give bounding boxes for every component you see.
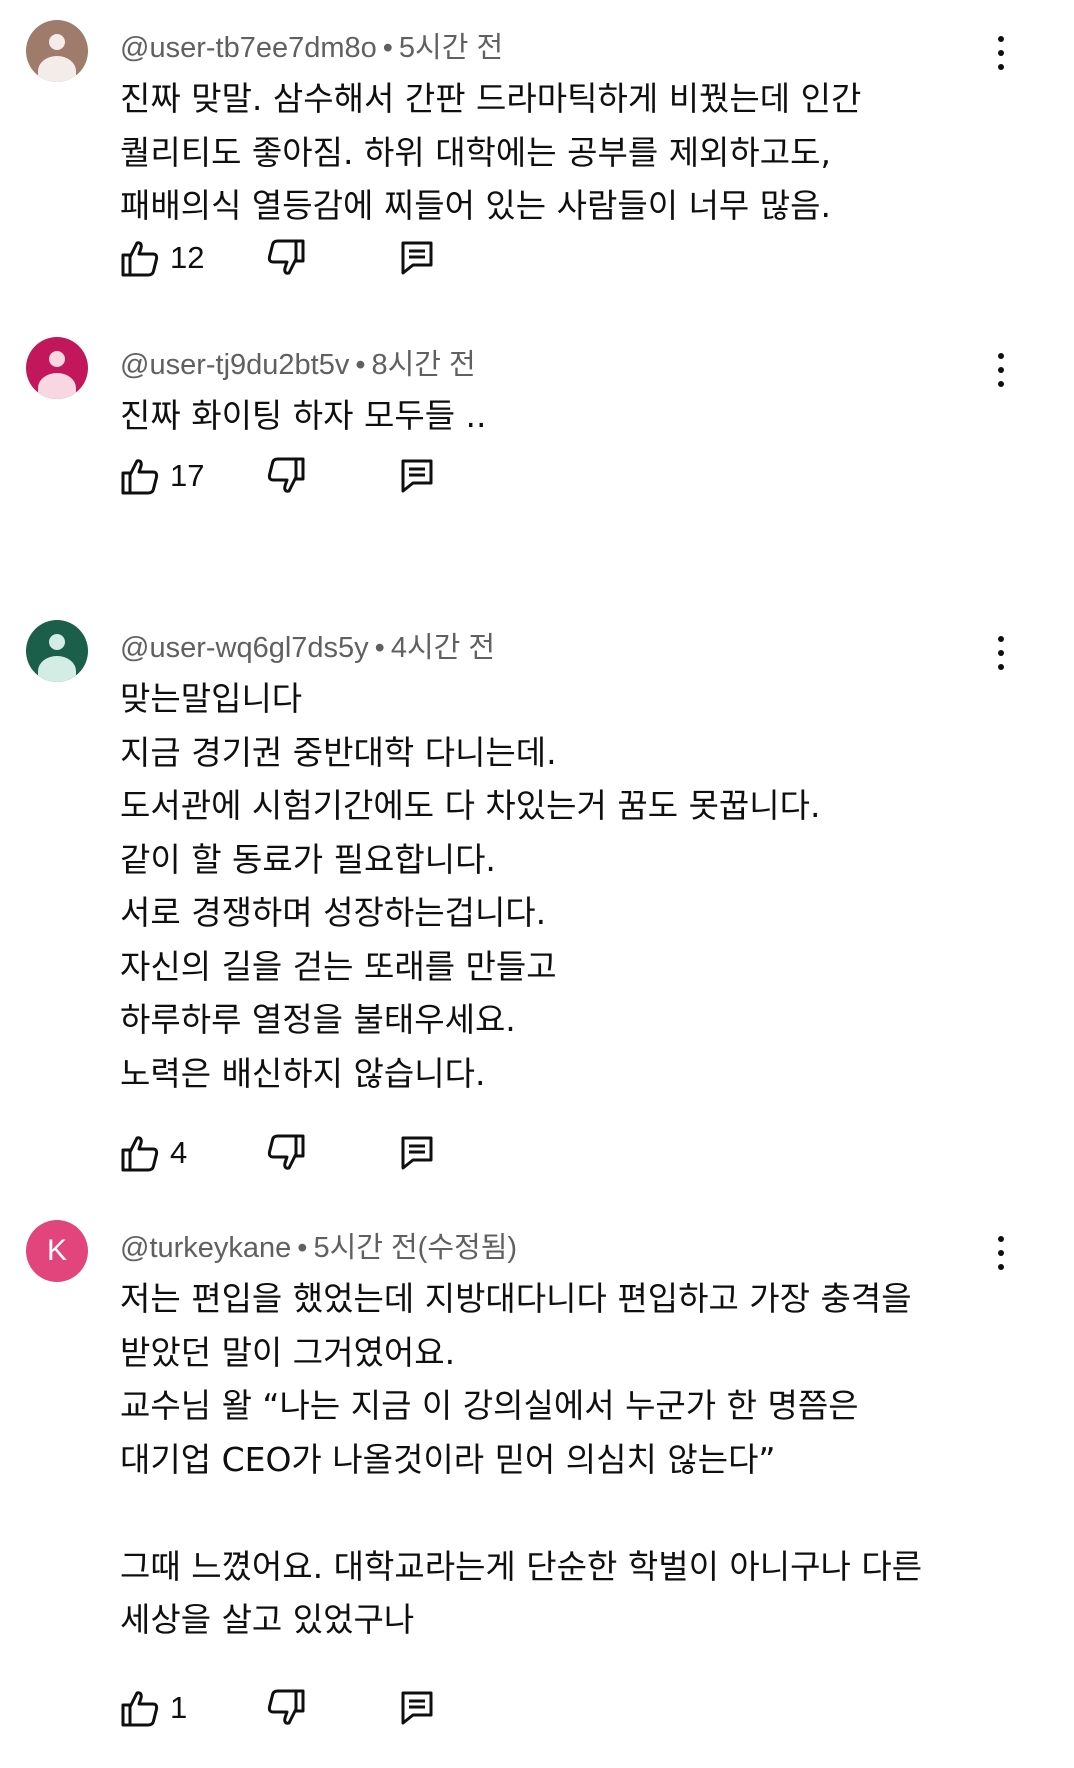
like-count: 17 (170, 458, 205, 493)
avatar-letter: K (46, 1234, 67, 1267)
thumb-up-icon[interactable] (120, 1688, 160, 1728)
thumb-up-icon[interactable] (120, 1133, 160, 1173)
meta-separator: • (382, 32, 393, 64)
comment: @user-tj9du2bt5v • 8시간 전 진짜 화이팅 하자 모두들 .. … (0, 337, 1074, 497)
comment-text: 맞는말입니다 지금 경기권 중반대학 다니는데. 도서관에 시험기간에도 다 차… (120, 679, 821, 1093)
avatar[interactable] (26, 20, 88, 82)
comment: K @turkeykane • 5시간 전(수정됨) 저는 편입을 했었는데 지방대… (0, 1220, 1074, 1760)
comment-text: 저는 편입을 했었는데 지방대다니다 편입하고 가장 충격을 받았던 말이 그거… (120, 1279, 923, 1639)
comment-text: 진짜 화이팅 하자 모두들 .. (120, 396, 487, 435)
meta-separator: • (297, 1232, 308, 1264)
comment-actions: 1 (120, 1688, 460, 1728)
more-vert-icon[interactable] (994, 1236, 1008, 1276)
comment-actions: 12 (120, 238, 460, 278)
like-count: 1 (170, 1690, 188, 1725)
avatar[interactable] (26, 337, 88, 399)
comment-actions: 4 (120, 1133, 460, 1173)
meta-separator: • (355, 349, 366, 381)
thumb-up-icon[interactable] (120, 238, 160, 278)
like-count: 12 (170, 240, 205, 275)
reply-icon[interactable] (400, 1135, 434, 1171)
comment-time: 5시간 전(수정됨) (313, 1232, 518, 1264)
thumb-down-icon[interactable] (266, 1688, 306, 1728)
comment: @user-tb7ee7dm8o • 5시간 전 진짜 맞말. 삼수해서 간판 드라… (0, 20, 1074, 280)
thumb-down-icon[interactable] (266, 238, 306, 278)
comment: @user-wq6gl7ds5y • 4시간 전 맞는말입니다 지금 경기권 중반대… (0, 620, 1074, 1180)
thumb-down-icon[interactable] (266, 1133, 306, 1173)
avatar[interactable]: K (26, 1220, 88, 1282)
thumb-up-icon[interactable] (120, 456, 160, 496)
reply-icon[interactable] (400, 240, 434, 276)
more-vert-icon[interactable] (994, 353, 1008, 393)
comment-text: 진짜 맞말. 삼수해서 간판 드라마틱하게 비꿨는데 인간 퀄리티도 좋아짐. … (120, 79, 862, 225)
comment-author[interactable]: @user-tb7ee7dm8o (120, 32, 377, 64)
comment-actions: 17 (120, 456, 460, 496)
comment-meta: @user-tb7ee7dm8o • 5시간 전 (120, 24, 503, 66)
more-vert-icon[interactable] (994, 636, 1008, 676)
comment-author[interactable]: @turkeykane (120, 1232, 291, 1264)
comment-author[interactable]: @user-wq6gl7ds5y (120, 632, 369, 664)
thumb-down-icon[interactable] (266, 456, 306, 496)
comment-meta: @turkeykane • 5시간 전(수정됨) (120, 1224, 517, 1266)
avatar[interactable] (26, 620, 88, 682)
like-count: 4 (170, 1135, 188, 1170)
comment-time: 4시간 전 (390, 632, 496, 664)
meta-separator: • (374, 632, 385, 664)
comment-meta: @user-tj9du2bt5v • 8시간 전 (120, 341, 476, 383)
reply-icon[interactable] (400, 1690, 434, 1726)
comment-author[interactable]: @user-tj9du2bt5v (120, 349, 349, 381)
more-vert-icon[interactable] (994, 36, 1008, 76)
reply-icon[interactable] (400, 458, 434, 494)
comment-meta: @user-wq6gl7ds5y • 4시간 전 (120, 624, 495, 666)
comment-time: 8시간 전 (371, 349, 476, 381)
comment-time: 5시간 전 (398, 32, 504, 64)
